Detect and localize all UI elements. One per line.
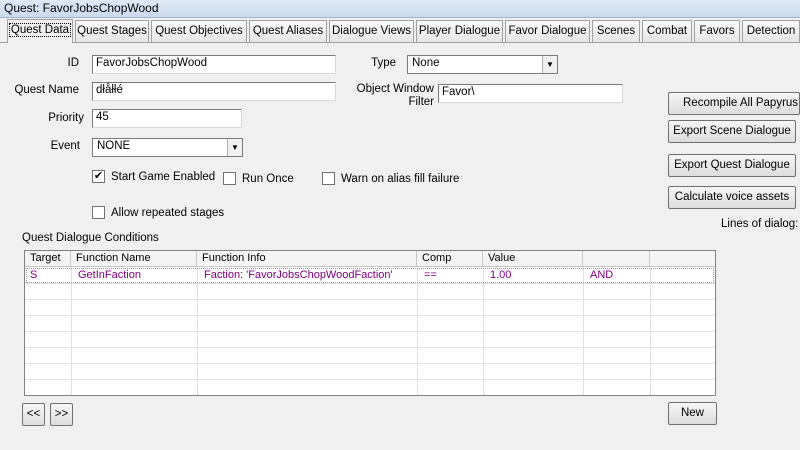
event-label: Event bbox=[50, 140, 80, 152]
allow-repeated-label: Allow repeated stages bbox=[111, 206, 225, 219]
cell-value: 1.00 bbox=[490, 269, 512, 281]
tab-quest-objectives[interactable]: Quest Objectives bbox=[151, 20, 247, 42]
next-button[interactable]: >> bbox=[50, 403, 73, 426]
export-quest-dialogue-button[interactable]: Export Quest Dialogue bbox=[668, 154, 796, 177]
cell-target: S bbox=[30, 269, 38, 281]
checkbox-box[interactable] bbox=[92, 206, 105, 219]
prev-button[interactable]: << bbox=[22, 403, 45, 426]
tab-scenes[interactable]: Scenes bbox=[592, 20, 640, 42]
lines-of-dialog-label: Lines of dialog: bbox=[721, 218, 799, 230]
grid-line bbox=[25, 347, 715, 348]
owf-label-line2: Filter bbox=[408, 96, 434, 108]
checkbox-box[interactable] bbox=[322, 172, 335, 185]
cell-and-or: AND bbox=[590, 269, 614, 281]
cell-function-info: Faction: 'FavorJobsChopWoodFaction' bbox=[204, 269, 393, 281]
tab-favor-dialogue[interactable]: Favor Dialogue bbox=[505, 20, 590, 42]
tab-quest-stages[interactable]: Quest Stages bbox=[75, 20, 149, 42]
calculate-voice-assets-button[interactable]: Calculate voice assets bbox=[668, 186, 796, 209]
quest-name-field[interactable]: dłåłłé bbox=[92, 82, 336, 101]
column-header[interactable]: Function Name bbox=[71, 251, 197, 267]
grid-line bbox=[25, 379, 715, 380]
event-select[interactable]: NONE ▼ bbox=[92, 138, 243, 157]
event-value: NONE bbox=[97, 140, 131, 152]
type-label: Type bbox=[371, 57, 396, 69]
tab-dialogue-views[interactable]: Dialogue Views bbox=[329, 20, 414, 42]
tab-favors[interactable]: Favors bbox=[694, 20, 740, 42]
grid-line bbox=[25, 315, 715, 316]
cell-function-name: GetInFaction bbox=[78, 269, 141, 281]
quest-name-label: Quest Name bbox=[14, 84, 79, 96]
cell-comp: == bbox=[424, 269, 437, 281]
tab-combat[interactable]: Combat bbox=[642, 20, 692, 42]
column-header[interactable] bbox=[583, 251, 650, 267]
warn-alias-label: Warn on alias fill failure bbox=[341, 172, 460, 185]
chevron-down-icon[interactable]: ▼ bbox=[542, 56, 557, 73]
grid-line bbox=[25, 283, 715, 284]
allow-repeated-checkbox[interactable]: Allow repeated stages bbox=[92, 206, 224, 219]
table-header: Target Function Name Function Info Comp … bbox=[25, 251, 715, 267]
grid-line bbox=[25, 299, 715, 300]
start-game-enabled-label: Start Game Enabled bbox=[111, 170, 216, 183]
quest-window: Quest: FavorJobsChopWood Quest Data Ques… bbox=[0, 0, 800, 450]
warn-alias-checkbox[interactable]: Warn on alias fill failure bbox=[322, 172, 459, 185]
grid-line bbox=[25, 331, 715, 332]
checkmark-icon[interactable]: ✔ bbox=[92, 170, 105, 183]
id-label: ID bbox=[67, 57, 80, 69]
tab-quest-aliases[interactable]: Quest Aliases bbox=[249, 20, 327, 42]
owf-label-line1: Object Window bbox=[356, 83, 434, 95]
tab-strip: Quest Data Quest Stages Quest Objectives… bbox=[0, 19, 800, 43]
priority-label: Priority bbox=[48, 112, 84, 124]
quest-data-panel: ID FavorJobsChopWood Quest Name dłåłłé P… bbox=[0, 42, 800, 450]
priority-field[interactable]: 45 bbox=[92, 109, 242, 128]
object-window-filter-field[interactable]: Favor\ bbox=[438, 84, 623, 103]
start-game-enabled-checkbox[interactable]: ✔ Start Game Enabled bbox=[92, 170, 215, 183]
run-once-checkbox[interactable]: Run Once bbox=[223, 172, 294, 185]
conditions-table[interactable]: Target Function Name Function Info Comp … bbox=[24, 250, 716, 396]
checkbox-box[interactable] bbox=[223, 172, 236, 185]
column-header[interactable]: Target bbox=[25, 251, 71, 267]
column-header[interactable]: Function Info bbox=[197, 251, 417, 267]
tab-player-dialogue[interactable]: Player Dialogue bbox=[416, 20, 503, 42]
column-header[interactable]: Comp bbox=[417, 251, 483, 267]
export-scene-dialogue-button[interactable]: Export Scene Dialogue bbox=[668, 120, 796, 143]
new-button[interactable]: New bbox=[668, 402, 717, 425]
tab-quest-data[interactable]: Quest Data bbox=[7, 19, 73, 43]
window-title: Quest: FavorJobsChopWood bbox=[4, 1, 159, 15]
object-window-filter-label: Object Window Filter bbox=[345, 83, 434, 109]
conditions-title: Quest Dialogue Conditions bbox=[22, 232, 159, 244]
chevron-down-icon[interactable]: ▼ bbox=[227, 139, 242, 156]
type-value: None bbox=[412, 57, 440, 69]
run-once-label: Run Once bbox=[242, 172, 294, 185]
id-field[interactable]: FavorJobsChopWood bbox=[92, 55, 336, 74]
title-bar: Quest: FavorJobsChopWood bbox=[0, 0, 800, 18]
grid-line bbox=[25, 363, 715, 364]
recompile-papyrus-button[interactable]: Recompile All Papyrus Sc bbox=[668, 92, 800, 115]
tab-detection[interactable]: Detection bbox=[742, 20, 800, 42]
type-select[interactable]: None ▼ bbox=[407, 55, 558, 74]
column-header[interactable]: Value bbox=[483, 251, 583, 267]
